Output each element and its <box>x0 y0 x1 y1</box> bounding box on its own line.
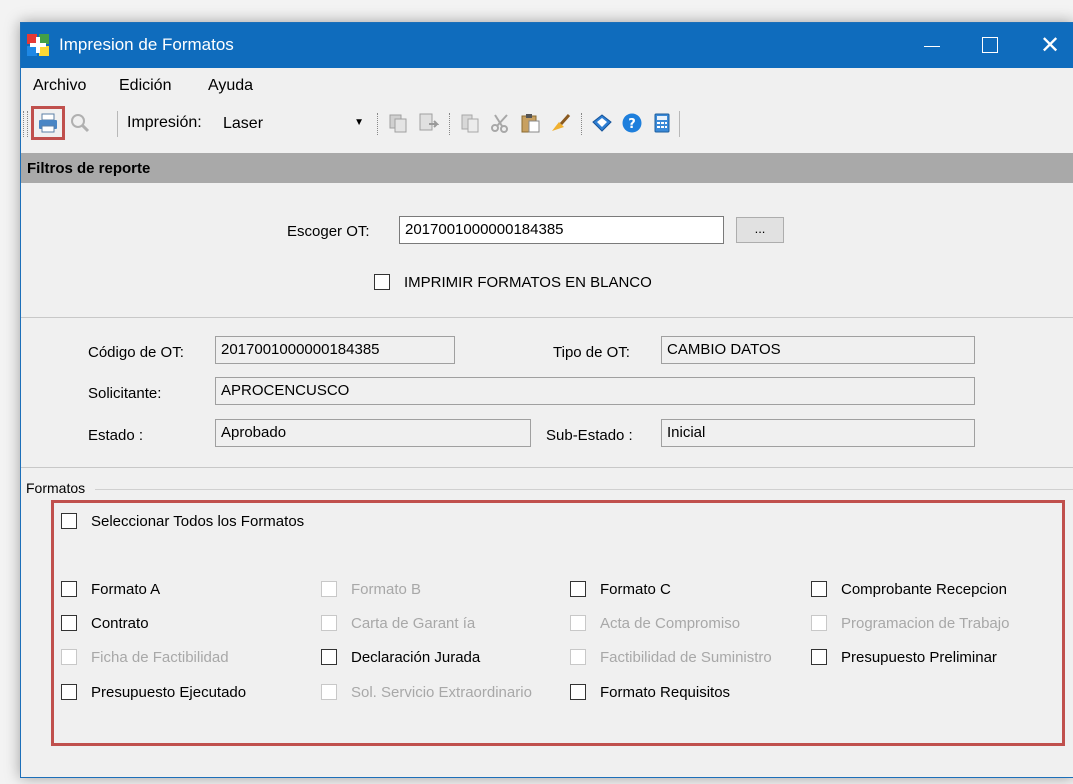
menu-edicion[interactable]: Edición <box>119 77 171 95</box>
format-label: Programacion de Trabajo <box>841 615 1010 632</box>
minimize-button[interactable] <box>909 23 955 68</box>
print-formats-window: Impresion de Formatos ✕ Archivo Edición … <box>20 22 1073 778</box>
blank-formats-checkbox[interactable] <box>374 274 390 290</box>
browse-ot-button[interactable]: ... <box>736 217 784 243</box>
format-checkbox[interactable] <box>61 684 77 700</box>
tipo-ot-label: Tipo de OT: <box>553 344 630 361</box>
format-checkbox <box>811 615 827 631</box>
format-label: Presupuesto Preliminar <box>841 649 997 666</box>
divider <box>21 317 1073 318</box>
format-checkbox <box>321 615 337 631</box>
clear-icon[interactable] <box>549 112 571 134</box>
format-label: Carta de Garant ía <box>351 615 476 632</box>
copy-icon[interactable] <box>387 112 409 134</box>
solicitante-field: APROCENCUSCO <box>215 377 975 405</box>
select-all-label: Seleccionar Todos los Formatos <box>91 513 305 530</box>
clipboard-icon[interactable] <box>519 112 541 134</box>
calculator-icon[interactable] <box>651 112 673 134</box>
menu-bar: Archivo Edición Ayuda <box>21 73 1073 99</box>
menu-archivo[interactable]: Archivo <box>33 77 86 95</box>
toolbar-grip[interactable] <box>581 113 584 135</box>
export-icon[interactable] <box>417 112 439 134</box>
title-bar[interactable]: Impresion de Formatos ✕ <box>21 23 1073 68</box>
format-checkbox[interactable] <box>811 649 827 665</box>
impresion-combo[interactable]: Laser ▼ <box>221 113 364 135</box>
chevron-down-icon[interactable]: ▼ <box>354 117 364 128</box>
select-all-checkbox[interactable] <box>61 513 77 529</box>
format-label: Ficha de Factibilidad <box>91 649 229 666</box>
format-checkbox[interactable] <box>570 684 586 700</box>
paste-icon[interactable] <box>459 112 481 134</box>
print-button-highlight <box>31 106 65 140</box>
toolbar-grip[interactable] <box>23 111 28 137</box>
codigo-ot-label: Código de OT: <box>88 344 184 361</box>
subestado-label: Sub-Estado : <box>546 427 633 444</box>
blank-formats-label: IMPRIMIR FORMATOS EN BLANCO <box>404 274 652 291</box>
format-checkbox <box>321 581 337 597</box>
close-button[interactable]: ✕ <box>1027 23 1073 68</box>
maximize-button[interactable] <box>967 23 1013 68</box>
formatos-group-title: Formatos <box>26 480 88 496</box>
format-checkbox <box>570 649 586 665</box>
format-label: Formato C <box>600 581 671 598</box>
format-label: Acta de Compromiso <box>600 615 741 632</box>
format-checkbox[interactable] <box>61 615 77 631</box>
solicitante-label: Solicitante: <box>88 385 162 402</box>
format-checkbox <box>321 684 337 700</box>
filters-title: Filtros de reporte <box>27 160 151 177</box>
escoger-ot-input[interactable]: 2017001000000184385 <box>399 216 724 244</box>
format-label: Sol. Servicio Extraordinario <box>351 684 532 701</box>
toolbar-separator <box>117 111 118 137</box>
book-icon[interactable] <box>591 112 613 134</box>
toolbar-grip[interactable] <box>377 113 380 135</box>
svg-text:?: ? <box>628 117 636 132</box>
format-label: Formato A <box>91 581 161 598</box>
impresion-value: Laser <box>223 115 264 132</box>
format-checkbox <box>61 649 77 665</box>
toolbar-separator <box>679 111 680 137</box>
format-label: Formato Requisitos <box>600 684 731 701</box>
format-label: Comprobante Recepcion <box>841 581 1007 598</box>
tipo-ot-field: CAMBIO DATOS <box>661 336 975 364</box>
estado-field: Aprobado <box>215 419 531 447</box>
preview-icon[interactable] <box>69 112 91 134</box>
escoger-ot-label: Escoger OT: <box>287 223 370 240</box>
codigo-ot-field: 2017001000000184385 <box>215 336 455 364</box>
minimize-icon <box>924 45 940 47</box>
divider <box>21 467 1073 468</box>
maximize-icon <box>982 36 998 53</box>
menu-ayuda[interactable]: Ayuda <box>208 77 253 95</box>
format-checkbox <box>570 615 586 631</box>
format-checkbox[interactable] <box>811 581 827 597</box>
impresion-label: Impresión: <box>127 114 202 131</box>
toolbar-grip[interactable] <box>449 113 452 135</box>
formatos-group-border <box>95 489 1073 490</box>
format-label: Presupuesto Ejecutado <box>91 684 247 701</box>
format-checkbox[interactable] <box>321 649 337 665</box>
toolbar: Impresión: Laser ▼ ? <box>21 103 1073 143</box>
format-label: Declaración Jurada <box>351 649 481 666</box>
format-label: Formato B <box>351 581 422 598</box>
window-title: Impresion de Formatos <box>59 35 234 54</box>
format-label: Contrato <box>91 615 149 632</box>
format-checkbox[interactable] <box>61 581 77 597</box>
cut-icon[interactable] <box>489 112 511 134</box>
help-icon[interactable]: ? <box>621 112 643 134</box>
format-checkbox[interactable] <box>570 581 586 597</box>
subestado-field: Inicial <box>661 419 975 447</box>
app-icon <box>27 34 49 56</box>
format-label: Factibilidad de Suministro <box>600 649 772 666</box>
filters-band: Filtros de reporte <box>21 153 1073 183</box>
estado-label: Estado : <box>88 427 144 444</box>
